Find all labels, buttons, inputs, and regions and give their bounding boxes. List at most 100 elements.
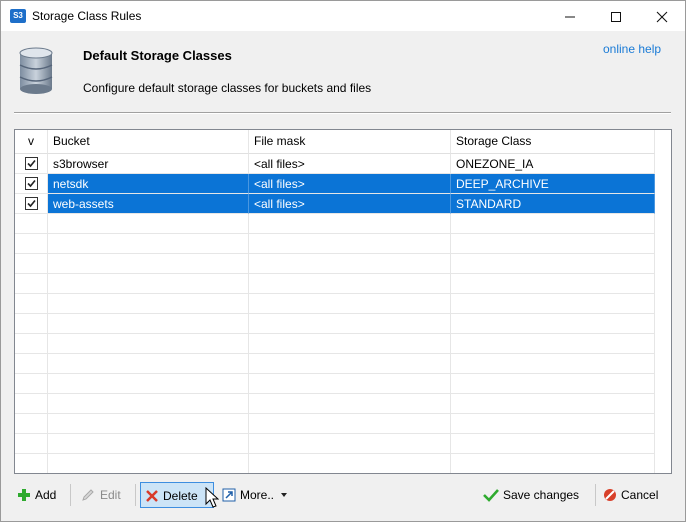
row-enabled-checkbox-cell xyxy=(15,274,48,294)
row-storage-class-cell xyxy=(451,334,655,354)
database-icon xyxy=(19,47,53,94)
checkmark-icon xyxy=(26,180,36,188)
plus-icon xyxy=(18,488,30,501)
table-header-row: v Bucket File mask Storage Class xyxy=(15,130,655,154)
row-storage-class-cell xyxy=(451,354,655,374)
row-file-mask-cell xyxy=(249,394,451,414)
row-enabled-checkbox-cell[interactable] xyxy=(15,154,48,174)
external-arrow-icon xyxy=(222,488,236,502)
column-header-bucket[interactable]: Bucket xyxy=(48,130,249,154)
delete-button[interactable]: Delete xyxy=(140,482,214,508)
row-storage-class-cell xyxy=(451,314,655,334)
close-icon xyxy=(656,11,668,23)
empty-table-row xyxy=(15,234,655,254)
row-file-mask-cell xyxy=(249,434,451,454)
row-storage-class-cell[interactable]: ONEZONE_IA xyxy=(451,154,655,174)
edit-button-label: Edit xyxy=(100,488,121,502)
row-bucket-cell xyxy=(48,214,249,234)
column-header-enabled[interactable]: v xyxy=(15,130,48,154)
row-bucket-cell xyxy=(48,414,249,434)
empty-table-row xyxy=(15,394,655,414)
row-bucket-cell xyxy=(48,454,249,473)
checkmark-icon xyxy=(483,488,499,502)
table-row[interactable]: web-assets <all files> STANDARD xyxy=(15,194,655,214)
cancel-button[interactable]: Cancel xyxy=(599,482,669,508)
online-help-link[interactable]: online help xyxy=(603,42,661,56)
row-file-mask-cell xyxy=(249,454,451,473)
row-file-mask-cell[interactable]: <all files> xyxy=(249,194,451,214)
row-file-mask-cell xyxy=(249,314,451,334)
row-storage-class-cell xyxy=(451,394,655,414)
row-storage-class-cell xyxy=(451,214,655,234)
delete-button-label: Delete xyxy=(163,489,198,503)
mouse-pointer-icon xyxy=(205,487,219,508)
add-button[interactable]: Add xyxy=(13,482,63,508)
row-bucket-cell[interactable]: web-assets xyxy=(48,194,249,214)
window-title: Storage Class Rules xyxy=(32,9,142,23)
checkmark-icon xyxy=(26,200,36,208)
row-enabled-checkbox-cell xyxy=(15,394,48,414)
maximize-button[interactable] xyxy=(593,1,639,31)
toolbar-separator xyxy=(70,484,71,506)
row-storage-class-cell[interactable]: STANDARD xyxy=(451,194,655,214)
storage-class-rules-table[interactable]: v Bucket File mask Storage Class s3brows… xyxy=(14,129,672,474)
row-file-mask-cell xyxy=(249,374,451,394)
dropdown-arrow-icon xyxy=(281,492,288,497)
more-button-label: More.. xyxy=(240,488,275,502)
cancel-button-label: Cancel xyxy=(621,488,659,502)
table-row[interactable]: s3browser <all files> ONEZONE_IA xyxy=(15,154,655,174)
toolbar-separator xyxy=(595,484,596,506)
row-bucket-cell xyxy=(48,254,249,274)
empty-table-row xyxy=(15,214,655,234)
row-bucket-cell xyxy=(48,274,249,294)
row-enabled-checkbox-cell xyxy=(15,254,48,274)
row-enabled-checkbox-cell xyxy=(15,414,48,434)
row-file-mask-cell xyxy=(249,214,451,234)
row-enabled-checkbox-cell xyxy=(15,234,48,254)
row-enabled-checkbox-cell xyxy=(15,454,48,473)
dialog-description: Configure default storage classes for bu… xyxy=(83,81,372,95)
vertical-scrollbar-area xyxy=(655,130,671,473)
row-enabled-checkbox-cell xyxy=(15,214,48,234)
column-header-file-mask[interactable]: File mask xyxy=(249,130,451,154)
row-file-mask-cell xyxy=(249,294,451,314)
row-storage-class-cell xyxy=(451,234,655,254)
row-enabled-checkbox-cell xyxy=(15,294,48,314)
empty-table-row xyxy=(15,334,655,354)
column-header-storage-class[interactable]: Storage Class xyxy=(451,130,655,154)
row-enabled-checkbox-cell[interactable] xyxy=(15,174,48,194)
close-button[interactable] xyxy=(639,1,685,31)
edit-button[interactable]: Edit xyxy=(76,482,132,508)
table-row[interactable]: netsdk <all files> DEEP_ARCHIVE xyxy=(15,174,655,194)
row-bucket-cell xyxy=(48,374,249,394)
more-button[interactable]: More.. xyxy=(218,482,294,508)
row-file-mask-cell xyxy=(249,234,451,254)
enabled-checkbox[interactable] xyxy=(24,177,38,191)
save-changes-button[interactable]: Save changes xyxy=(479,482,591,508)
row-storage-class-cell xyxy=(451,294,655,314)
row-file-mask-cell[interactable]: <all files> xyxy=(249,154,451,174)
empty-table-row xyxy=(15,314,655,334)
row-bucket-cell xyxy=(48,314,249,334)
row-enabled-checkbox-cell xyxy=(15,374,48,394)
empty-table-row xyxy=(15,354,655,374)
pencil-icon xyxy=(82,489,94,501)
empty-table-row xyxy=(15,434,655,454)
row-file-mask-cell[interactable]: <all files> xyxy=(249,174,451,194)
row-bucket-cell[interactable]: s3browser xyxy=(48,154,249,174)
empty-table-row xyxy=(15,414,655,434)
enabled-checkbox[interactable] xyxy=(24,157,38,171)
dialog-heading: Default Storage Classes xyxy=(83,48,232,63)
empty-table-row xyxy=(15,294,655,314)
checkmark-icon xyxy=(26,160,36,168)
minimize-button[interactable] xyxy=(547,1,593,31)
row-enabled-checkbox-cell[interactable] xyxy=(15,194,48,214)
row-bucket-cell xyxy=(48,294,249,314)
row-enabled-checkbox-cell xyxy=(15,314,48,334)
title-bar[interactable]: S3 Storage Class Rules xyxy=(1,1,685,31)
row-bucket-cell[interactable]: netsdk xyxy=(48,174,249,194)
row-storage-class-cell xyxy=(451,414,655,434)
enabled-checkbox[interactable] xyxy=(24,197,38,211)
s3-app-icon: S3 xyxy=(10,9,26,23)
row-storage-class-cell[interactable]: DEEP_ARCHIVE xyxy=(451,174,655,194)
